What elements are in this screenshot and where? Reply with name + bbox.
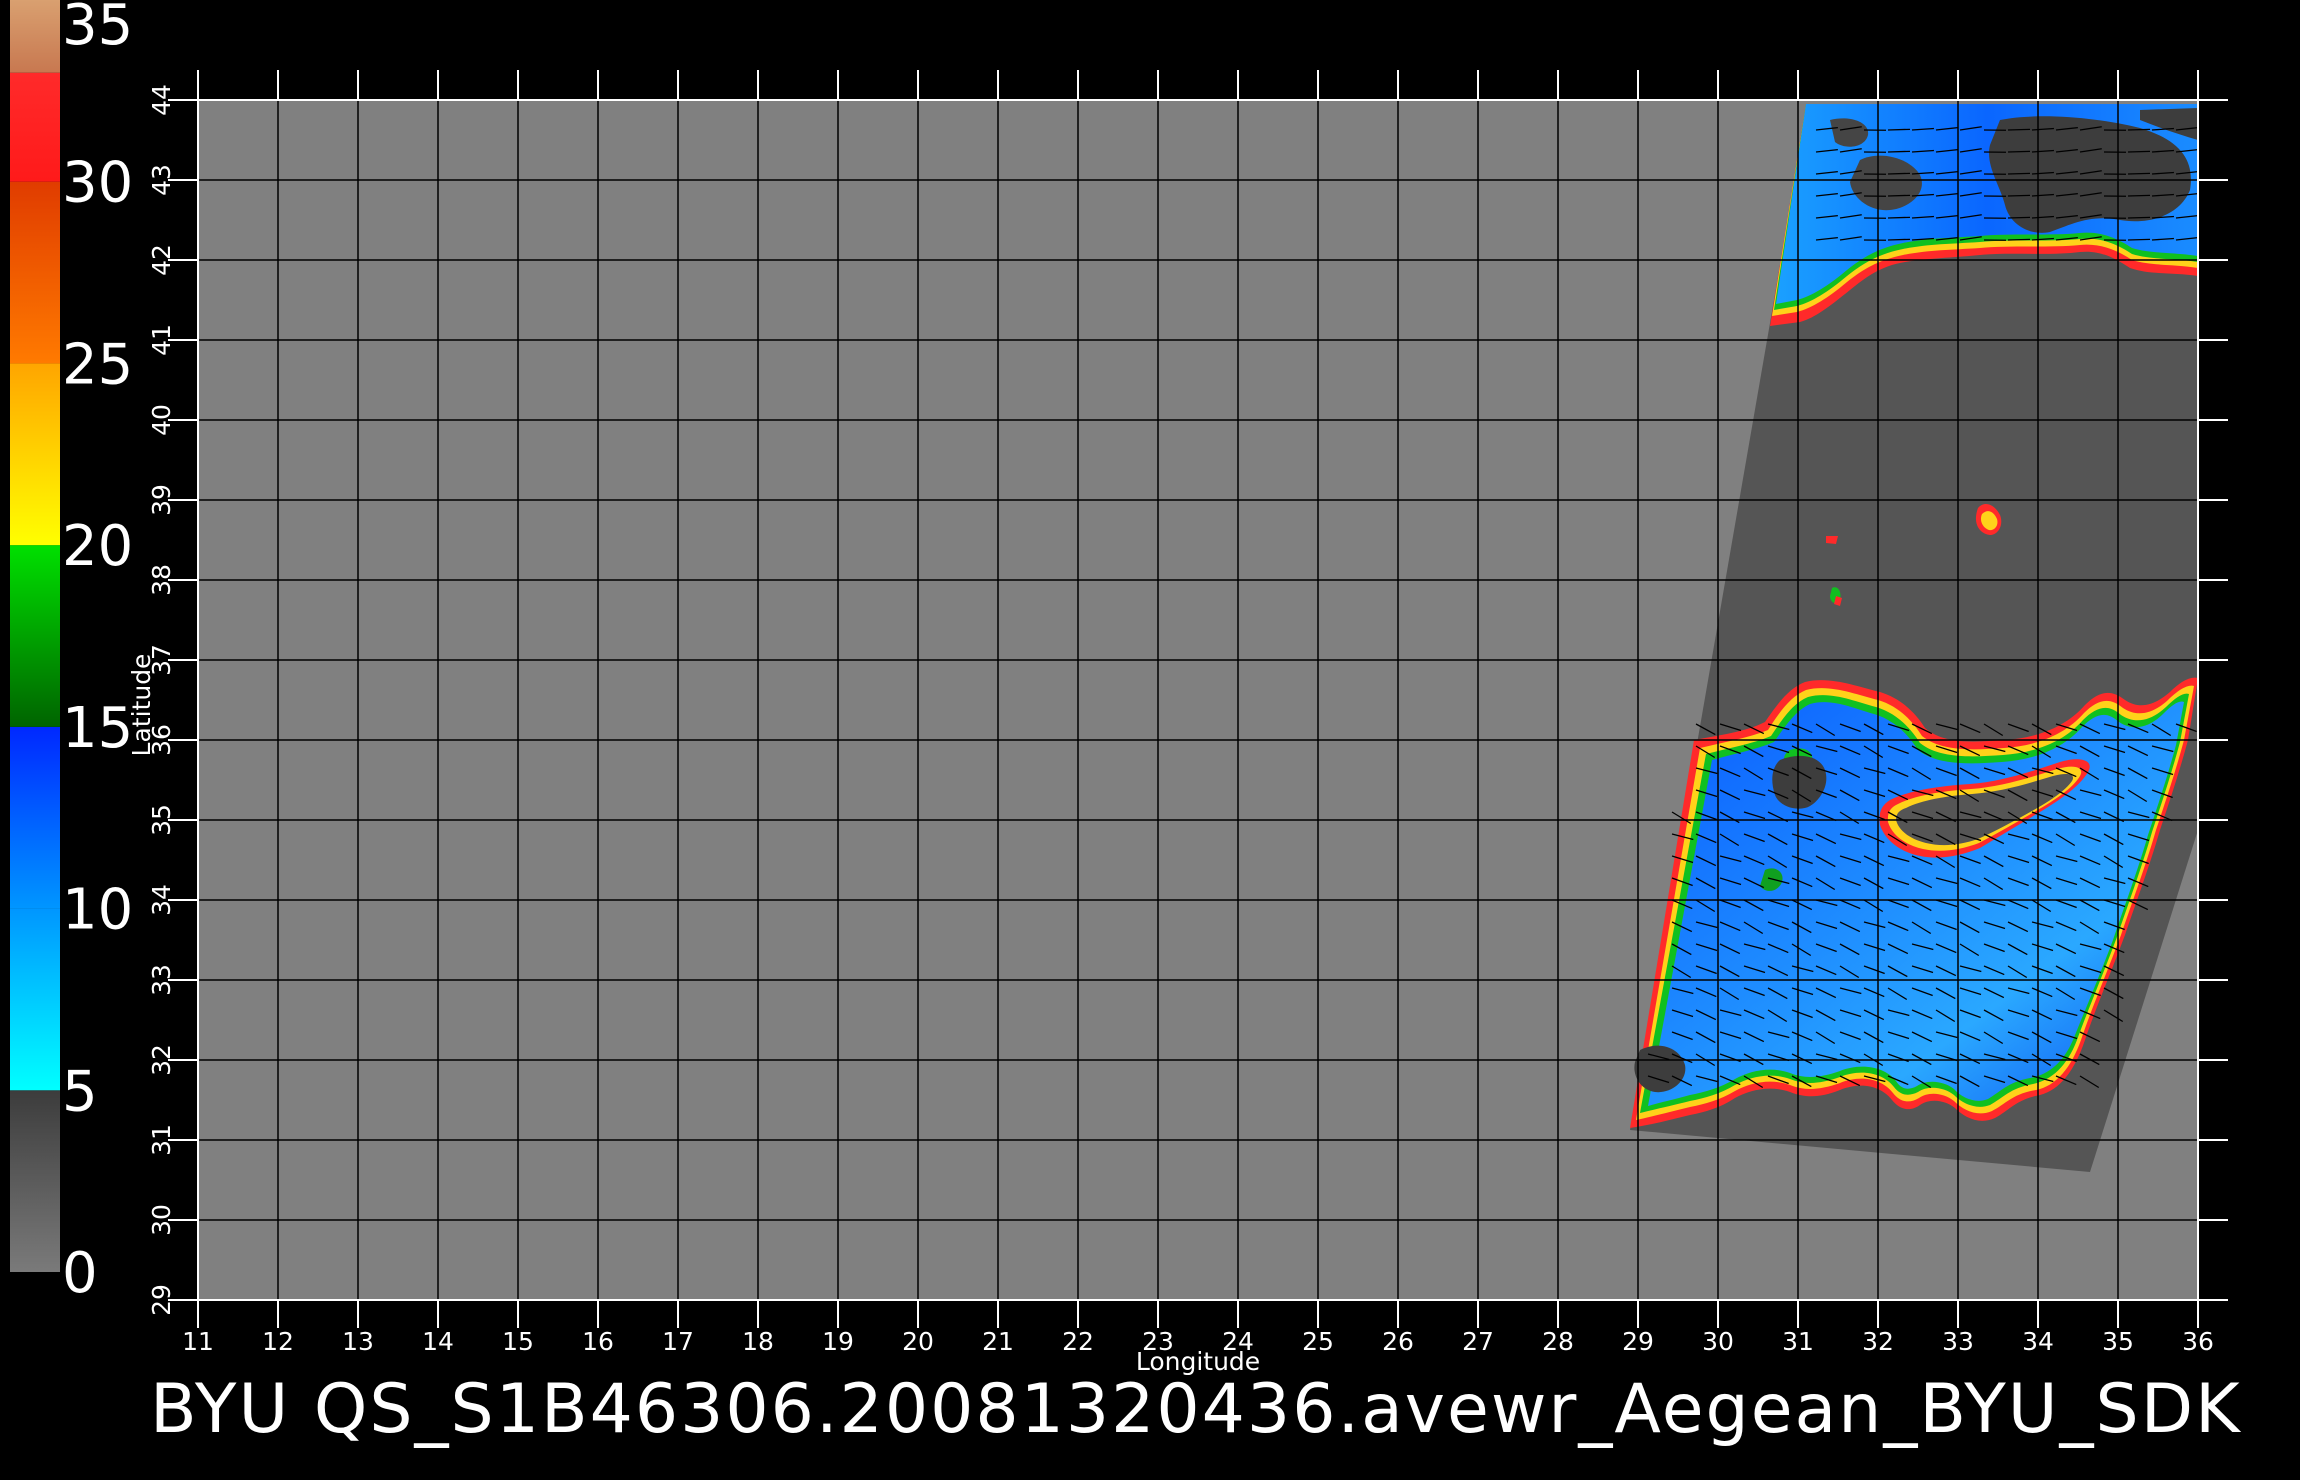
colorbar-segment	[10, 72, 60, 182]
lat-tick-label: 32	[147, 1044, 176, 1076]
lat-tick-label: 30	[147, 1204, 176, 1236]
colorbar-segment	[10, 181, 60, 364]
colorbar-segment	[10, 908, 60, 1091]
lat-tick-label: 41	[147, 324, 176, 356]
lat-tick-label: 31	[147, 1124, 176, 1156]
colorbar-label: 5	[62, 1059, 98, 1124]
lon-tick-label: 22	[1062, 1327, 1094, 1356]
lon-tick-label: 31	[1782, 1327, 1814, 1356]
lon-tick-label: 12	[262, 1327, 294, 1356]
lat-tick-label: 33	[147, 964, 176, 996]
lon-tick-label: 34	[2022, 1327, 2054, 1356]
lat-tick-label: 40	[147, 404, 176, 436]
colorbar-segment	[10, 363, 60, 546]
lon-tick-label: 36	[2182, 1327, 2214, 1356]
colorbar-label: 35	[62, 0, 133, 58]
lon-tick-label: 29	[1622, 1327, 1654, 1356]
lat-tick-label: 39	[147, 484, 176, 516]
lat-tick-label: 29	[147, 1284, 176, 1316]
colorbar-label: 15	[62, 696, 133, 761]
lon-tick-label: 35	[2102, 1327, 2134, 1356]
lon-tick-label: 33	[1942, 1327, 1974, 1356]
lon-tick-label: 20	[902, 1327, 934, 1356]
lat-tick-label: 44	[147, 84, 176, 116]
lon-tick-label: 14	[422, 1327, 454, 1356]
y-axis-title: Latitude	[127, 654, 156, 757]
lon-tick-label: 27	[1462, 1327, 1494, 1356]
lon-tick-label: 30	[1702, 1327, 1734, 1356]
lon-tick-label: 13	[342, 1327, 374, 1356]
lat-tick-label: 38	[147, 564, 176, 596]
lon-tick-label: 25	[1302, 1327, 1334, 1356]
lon-tick-label: 26	[1382, 1327, 1414, 1356]
colorbar-label: 30	[62, 151, 133, 216]
lon-tick-label: 18	[742, 1327, 774, 1356]
lon-tick-label: 19	[822, 1327, 854, 1356]
colorbar-segment	[10, 726, 60, 909]
lat-tick-label: 43	[147, 164, 176, 196]
colorbar-label: 20	[62, 514, 133, 579]
colorbar-segment	[10, 0, 60, 73]
colorbar-label: 0	[62, 1241, 98, 1306]
lon-tick-label: 15	[502, 1327, 534, 1356]
scatterometer-map: 35 30 25 20 15 10 5 0 11 12 13 14 15 16 17 18 1…	[10, 0, 2242, 1449]
colorbar-label: 10	[62, 878, 133, 943]
lon-tick-label: 11	[182, 1327, 214, 1356]
colorbar-segment	[10, 545, 60, 727]
colorbar-segment	[10, 1090, 60, 1272]
lat-tick-label: 34	[147, 884, 176, 916]
lon-tick-label: 16	[582, 1327, 614, 1356]
lon-tick-label: 17	[662, 1327, 694, 1356]
colorbar-label: 25	[62, 332, 133, 397]
lon-tick-label: 28	[1542, 1327, 1574, 1356]
lon-tick-label: 32	[1862, 1327, 1894, 1356]
lat-tick-label: 42	[147, 244, 176, 276]
colorbar: 35 30 25 20 15 10 5 0	[10, 0, 133, 1306]
lon-tick-label: 21	[982, 1327, 1014, 1356]
file-name-footer: BYU QS_S1B46306.20081320436.avewr_Aegean…	[150, 1370, 2242, 1449]
lat-tick-label: 35	[147, 804, 176, 836]
